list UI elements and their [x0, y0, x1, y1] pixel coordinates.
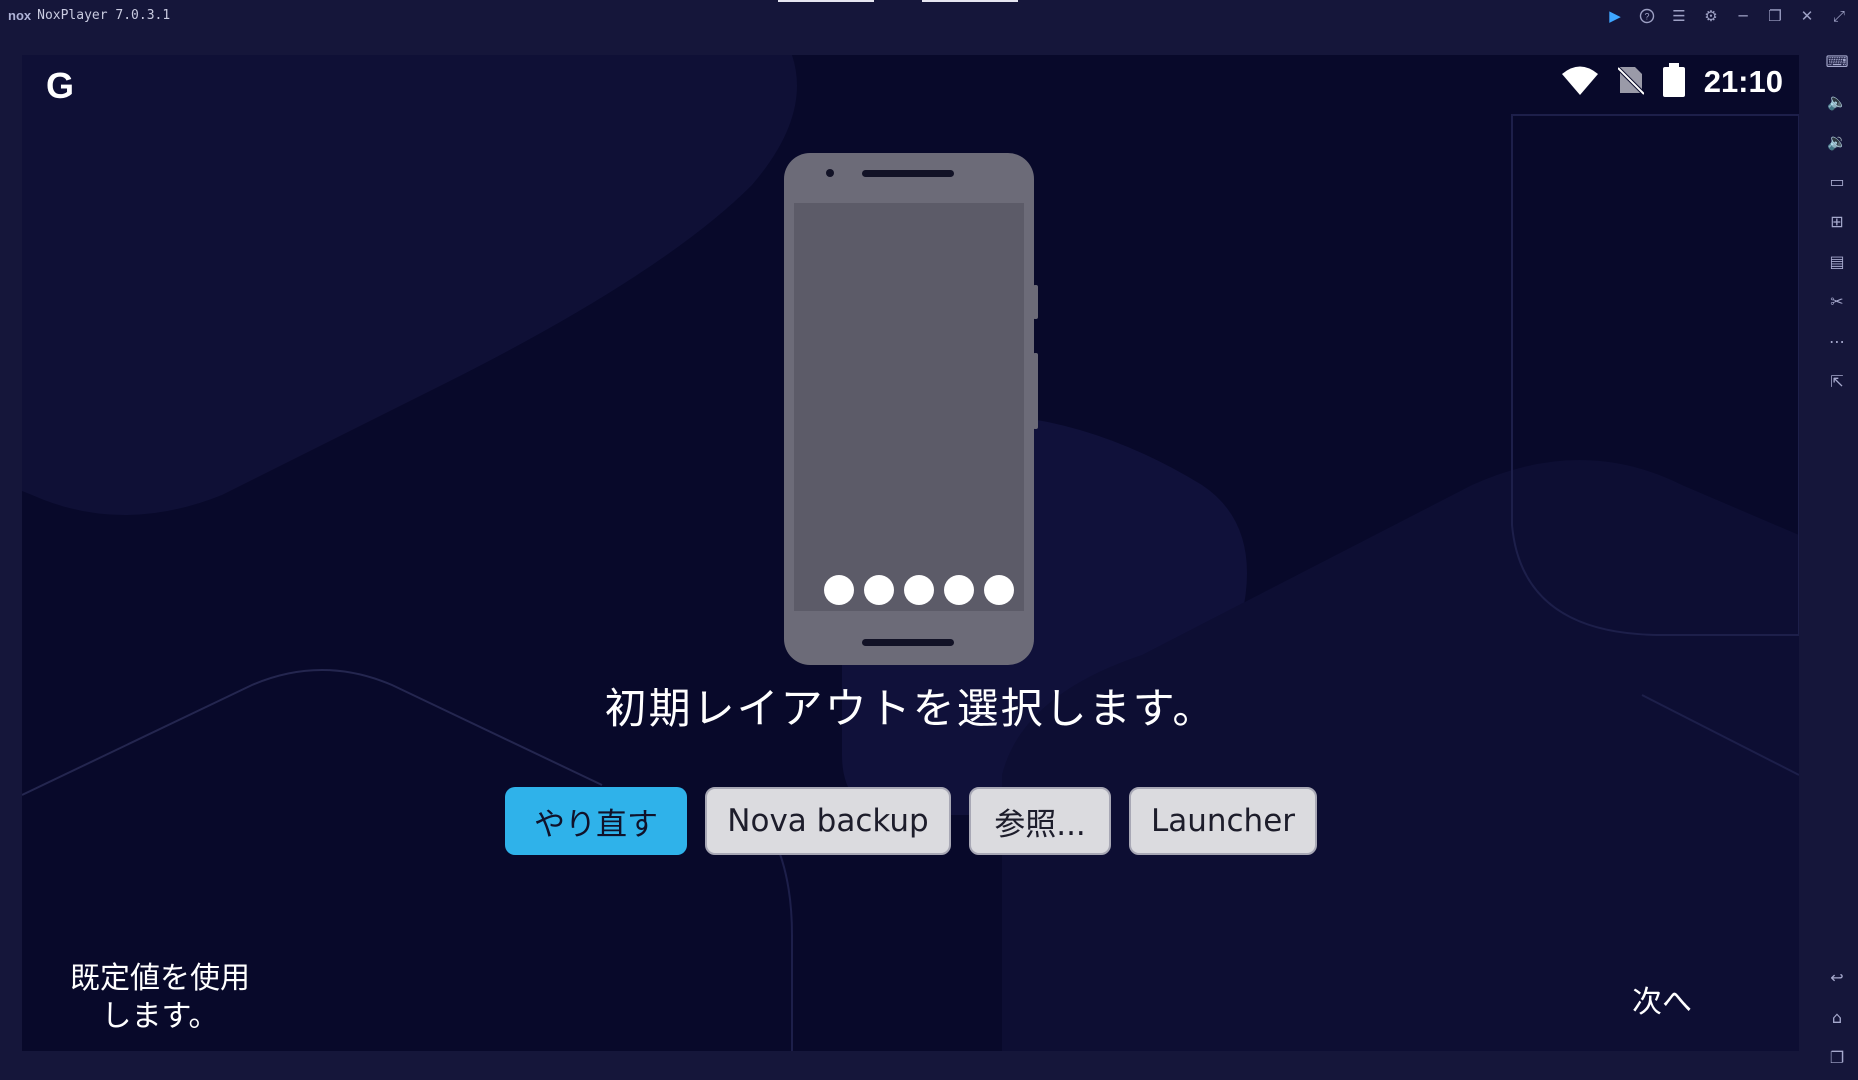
apk-install-icon[interactable]: ⊞ [1824, 208, 1850, 234]
home-icon[interactable]: ⌂ [1824, 1004, 1850, 1030]
page-dots [824, 575, 1014, 605]
drag-indicator [778, 0, 874, 2]
phone-illustration [784, 153, 1038, 665]
back-icon[interactable]: ↩ [1824, 964, 1850, 990]
phone-camera [826, 169, 834, 177]
screen-icon[interactable]: ▭ [1824, 168, 1850, 194]
app-logo: nox NoxPlayer 7.0.3.1 [8, 8, 170, 23]
use-defaults-button[interactable]: 既定値を使用します。 [60, 960, 260, 1036]
settings-icon[interactable]: ⚙ [1702, 4, 1720, 28]
google-logo: G [46, 65, 75, 106]
play-icon[interactable]: ▶ [1606, 4, 1624, 28]
status-bar: G 21:10 [22, 55, 1799, 111]
browse-button[interactable]: 参照... [969, 787, 1111, 855]
volume-up-icon[interactable]: 🔈 [1824, 88, 1850, 114]
volume-down-icon[interactable]: 🔉 [1824, 128, 1850, 154]
page-dot [944, 575, 974, 605]
tool-sidebar: ⌨ 🔈 🔉 ▭ ⊞ ▤ ✂ ⋯ ⇱ ↩ ⌂ ❐ [1816, 46, 1858, 1080]
close-icon[interactable]: ✕ [1798, 4, 1816, 28]
svg-text:?: ? [1644, 12, 1649, 22]
keyboard-icon[interactable]: ⌨ [1824, 48, 1850, 74]
scissors-icon[interactable]: ✂ [1824, 288, 1850, 314]
nox-logo: nox [8, 8, 32, 23]
phone-display [794, 203, 1024, 611]
external-icon[interactable]: ⇱ [1824, 368, 1850, 394]
dialog-heading: 初期レイアウトを選択します。 [604, 684, 1217, 733]
page-dot [984, 575, 1014, 605]
layout-options: やり直す Nova backup 参照... Launcher [505, 787, 1317, 855]
android-screen: G 21:10 初期レイアウトを選択します。 やり直す Nova backup … [22, 55, 1799, 1051]
minimize-icon[interactable]: ─ [1734, 4, 1752, 28]
help-icon[interactable]: ? [1638, 4, 1656, 28]
phone-speaker [862, 170, 954, 177]
battery-icon [1662, 63, 1686, 101]
next-button[interactable]: 次へ [1632, 977, 1692, 1021]
no-sim-icon [1616, 65, 1646, 99]
menu-icon[interactable]: ☰ [1670, 4, 1688, 28]
title-bar: nox NoxPlayer 7.0.3.1 ▶ ? ☰ ⚙ ─ ❐ ✕ ⤢ [0, 0, 1858, 34]
phone-side-button [1033, 353, 1038, 429]
redo-button[interactable]: やり直す [505, 787, 687, 855]
launcher-button[interactable]: Launcher [1129, 787, 1317, 855]
phone-side-button [1033, 285, 1038, 319]
wifi-icon [1560, 65, 1600, 99]
window-controls: ▶ ? ☰ ⚙ ─ ❐ ✕ ⤢ [1606, 4, 1848, 28]
status-icons: 21:10 [1560, 63, 1783, 101]
fullscreen-icon[interactable]: ⤢ [1830, 4, 1848, 28]
drag-indicator [922, 0, 1018, 2]
nova-backup-button[interactable]: Nova backup [705, 787, 951, 855]
page-dot [824, 575, 854, 605]
page-dot [864, 575, 894, 605]
phone-home-bar [862, 639, 954, 646]
restore-icon[interactable]: ❐ [1766, 4, 1784, 28]
more-icon[interactable]: ⋯ [1824, 328, 1850, 354]
clock: 21:10 [1703, 64, 1783, 99]
app-title: NoxPlayer 7.0.3.1 [37, 8, 171, 23]
recent-apps-icon[interactable]: ❐ [1824, 1044, 1850, 1070]
multi-instance-icon[interactable]: ▤ [1824, 248, 1850, 274]
page-dot [904, 575, 934, 605]
